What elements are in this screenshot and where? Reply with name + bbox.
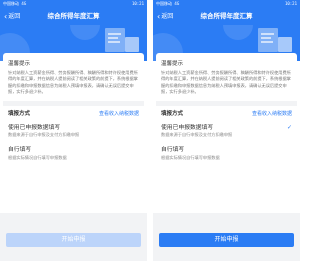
page-title: 综合所得年度汇算 <box>47 12 100 20</box>
check-icon: ✓ <box>286 123 292 131</box>
tip-title: 温馨提示 <box>161 61 184 67</box>
start-declaration-button[interactable]: 开始申报 <box>6 233 141 247</box>
option-use-declared-data[interactable]: 使用已申报数据填写 数据来源于自行申报及支付方扣缴申报 ✓ <box>156 118 297 141</box>
mode-label: 填报方式 <box>161 111 184 118</box>
option-title: 自行填写 <box>8 147 32 154</box>
nav-bar: ‹ 返回 综合所得年度汇算 <box>153 8 300 25</box>
status-bar: 中国移动 4G 10:21 <box>0 0 147 8</box>
option-use-declared-data[interactable]: 使用已申报数据填写 数据来源于自行申报及支付方扣缴申报 <box>3 118 144 141</box>
mode-label: 填报方式 <box>8 111 31 118</box>
view-income-data-link[interactable]: 查看收入纳税数据 <box>252 110 292 117</box>
option-subtitle: 数据来源于自行申报及支付方扣缴申报 <box>161 132 233 138</box>
start-declaration-button[interactable]: 开始申报 <box>159 233 294 247</box>
view-income-data-link[interactable]: 查看收入纳税数据 <box>99 110 139 117</box>
carrier-text: 中国移动 4G <box>3 1 27 6</box>
document-illustration-icon <box>278 37 292 52</box>
page-title: 综合所得年度汇算 <box>200 12 253 20</box>
option-title: 使用已申报数据填写 <box>161 124 214 131</box>
status-bar: 中国移动 4G 10:21 <box>153 0 300 8</box>
tip-text: 针对纳税人工资薪金所得、劳务报酬所得、稿酬所得和特许权使用费所得的年度汇算，并在… <box>161 70 291 95</box>
document-illustration-icon <box>105 28 125 52</box>
option-title: 自行填写 <box>161 147 185 154</box>
content-card: 温馨提示 针对纳税人工资薪金所得、劳务报酬所得、稿酬所得和特许权使用费所得的年度… <box>3 53 144 163</box>
tip-text: 针对纳税人工资薪金所得、劳务报酬所得、稿酬所得和特许权使用费所得的年度汇算，并在… <box>8 70 138 95</box>
time-text: 10:21 <box>284 1 297 6</box>
content-card: 温馨提示 针对纳税人工资薪金所得、劳务报酬所得、稿酬所得和特许权使用费所得的年度… <box>156 53 297 163</box>
option-subtitle: 根据实际情况自行填写申报数据 <box>8 154 67 160</box>
option-subtitle: 根据实际情况自行填写申报数据 <box>161 154 220 160</box>
nav-bar: ‹ 返回 综合所得年度汇算 <box>0 8 147 25</box>
screen-right: 中国移动 4G 10:21 ‹ 返回 综合所得年度汇算 温馨提示 针对纳税人工资… <box>153 0 300 261</box>
option-title: 使用已申报数据填写 <box>8 124 61 131</box>
option-self-fill[interactable]: 自行填写 根据实际情况自行填写申报数据 <box>156 140 297 163</box>
screen-left: 中国移动 4G 10:21 ‹ 返回 综合所得年度汇算 温馨提示 针对纳税人工资… <box>0 0 147 261</box>
tip-title: 温馨提示 <box>8 61 31 67</box>
document-illustration-icon <box>258 28 278 52</box>
document-illustration-icon <box>125 37 139 52</box>
time-text: 10:21 <box>131 1 144 6</box>
option-subtitle: 数据来源于自行申报及支付方扣缴申报 <box>8 132 80 138</box>
option-self-fill[interactable]: 自行填写 根据实际情况自行填写申报数据 <box>3 140 144 163</box>
carrier-text: 中国移动 4G <box>156 1 180 6</box>
